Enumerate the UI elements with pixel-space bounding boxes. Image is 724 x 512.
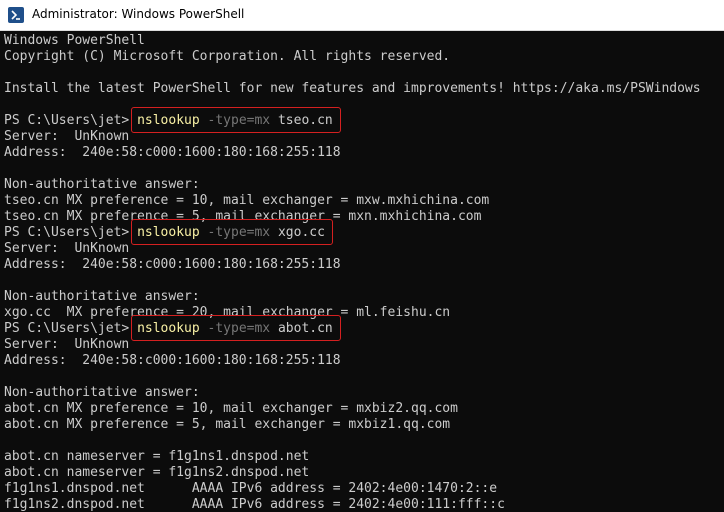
output-line: Server: UnKnown <box>4 337 130 352</box>
command-highlight-box <box>131 315 341 341</box>
powershell-icon <box>8 7 24 23</box>
output-line: Address: 240e:58:c000:1600:180:168:255:1… <box>4 145 341 160</box>
output-line: Address: 240e:58:c000:1600:180:168:255:1… <box>4 353 341 368</box>
banner-line <box>4 65 701 81</box>
output-line: f1g1ns2.dnspod.net AAAA IPv6 address = 2… <box>4 497 505 512</box>
output-line: abot.cn MX preference = 5, mail exchange… <box>4 417 451 432</box>
prompt-line: PS C:\Users\jet> nslookup -type=mx abot.… <box>4 321 701 337</box>
output-line: Server: UnKnown <box>4 241 130 256</box>
output-line: tseo.cn MX preference = 10, mail exchang… <box>4 193 490 208</box>
banner-line: Copyright (C) Microsoft Corporation. All… <box>4 49 451 64</box>
output-line: Server: UnKnown <box>4 129 130 144</box>
window-title: Administrator: Windows PowerShell <box>32 7 245 21</box>
command-highlight-box <box>131 219 334 245</box>
console-output[interactable]: Windows PowerShell Copyright (C) Microsof… <box>0 31 724 512</box>
output-line: f1g1ns1.dnspod.net AAAA IPv6 address = 2… <box>4 481 498 496</box>
output-line: abot.cn nameserver = f1g1ns1.dnspod.net <box>4 449 310 464</box>
console-lines: Windows PowerShell Copyright (C) Microsof… <box>4 33 701 512</box>
output-line: Non-authoritative answer: <box>4 177 200 192</box>
prompt-text: PS C:\Users\jet> <box>4 225 138 240</box>
output-line: Non-authoritative answer: <box>4 385 200 400</box>
output-line: tseo.cn MX preference = 5, mail exchange… <box>4 209 482 224</box>
banner-line <box>4 97 701 113</box>
banner-line: Install the latest PowerShell for new fe… <box>4 81 701 96</box>
prompt-text: PS C:\Users\jet> <box>4 113 138 128</box>
prompt-text: PS C:\Users\jet> <box>4 321 138 336</box>
banner-line: Windows PowerShell <box>4 33 145 48</box>
prompt-line: PS C:\Users\jet> nslookup -type=mx xgo.c… <box>4 225 701 241</box>
output-line: Non-authoritative answer: <box>4 289 200 304</box>
output-line: xgo.cc MX preference = 20, mail exchange… <box>4 305 451 320</box>
output-line: abot.cn MX preference = 10, mail exchang… <box>4 401 458 416</box>
prompt-line: PS C:\Users\jet> nslookup -type=mx tseo.… <box>4 113 701 129</box>
title-bar[interactable]: Administrator: Windows PowerShell <box>0 0 724 31</box>
output-line: Address: 240e:58:c000:1600:180:168:255:1… <box>4 257 341 272</box>
command-highlight-box <box>131 107 341 133</box>
output-line: abot.cn nameserver = f1g1ns2.dnspod.net <box>4 465 310 480</box>
